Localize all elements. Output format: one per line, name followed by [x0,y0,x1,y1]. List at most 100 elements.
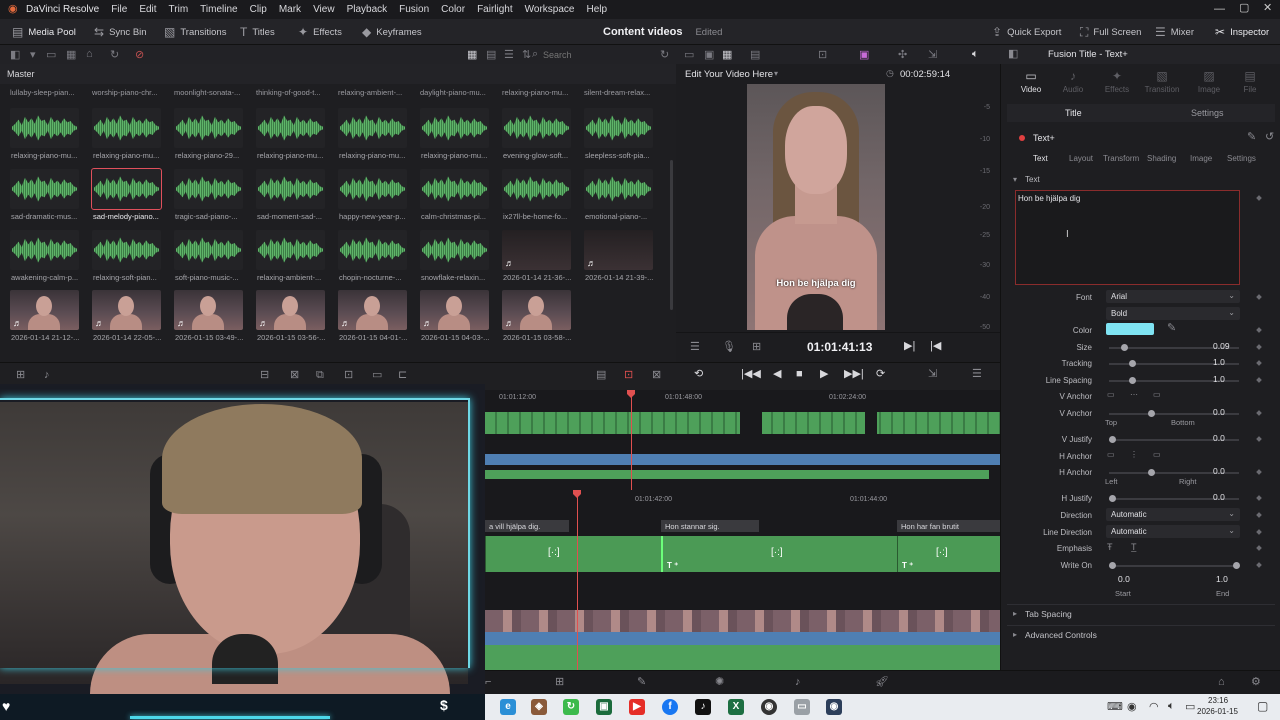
timeline[interactable]: 01:01:12:00 01:01:48:00 01:02:24:00 01:0… [485,390,1000,670]
emphasis-strikethrough-icon[interactable]: Ŧ [1107,543,1113,552]
video-thumbnail[interactable]: ♬ [584,230,653,270]
menu-color[interactable]: Color [435,4,471,15]
media-clip[interactable]: relaxing-piano-mu... [328,108,410,169]
menu-clip[interactable]: Clip [244,4,273,15]
direction-dropdown[interactable]: Automatic ⌄ [1106,508,1240,521]
audio-waveform-thumbnail[interactable] [420,169,489,209]
full-screen-button[interactable]: ⛶ Full Screen [1080,19,1141,45]
media-clip[interactable]: snowflake-relaxin... [410,230,492,291]
audio-waveform-thumbnail[interactable] [92,230,161,270]
go-to-end-icon[interactable]: ▶▶| [844,369,864,380]
eyedropper-icon[interactable]: ✎ [1167,323,1176,334]
new-timeline-icon[interactable]: ▦ [66,48,76,61]
effects-button[interactable]: ✦ Effects [298,19,342,45]
minimize-icon[interactable]: — [1214,4,1225,15]
app-dark-icon[interactable]: ▣ [596,699,612,715]
menu-workspace[interactable]: Workspace [519,4,581,15]
inspector-panel-icon[interactable]: ◧ [1008,49,1018,60]
text-input-box[interactable]: Hon be hjälpa dig I [1015,190,1240,285]
media-clip[interactable]: ♬ 2026-01-15 04-01-... [328,290,410,351]
quick-export-button[interactable]: ⇪ Quick Export [992,19,1061,45]
video-thumbnail[interactable]: ♬ [502,230,571,270]
audio-waveform-thumbnail[interactable] [92,108,161,148]
text-tab-transform[interactable]: Transform [1103,154,1139,163]
audio-waveform-thumbnail[interactable] [338,108,407,148]
keyframe-diamond[interactable] [1256,344,1262,350]
text-clip[interactable]: [·:] T ⁺ [897,536,1000,572]
v-justify-value[interactable]: 0.0 [1213,433,1225,443]
razor-icon[interactable]: ▤ [596,370,606,381]
tab-transition[interactable]: ▧ Transition [1142,70,1182,94]
tab-audio[interactable]: ♪ Audio [1053,70,1093,94]
fusion-edit-icon[interactable]: ✎ [1247,132,1256,143]
sync-bin-button[interactable]: ⇆ Sync Bin [94,19,147,45]
titles-button[interactable]: T Titles [240,19,275,45]
menu-view[interactable]: View [307,4,341,15]
text-tab-layout[interactable]: Layout [1069,154,1093,163]
emphasis-underline-icon[interactable]: T̲ [1131,543,1137,552]
audio-clip-icon[interactable]: 🎙︎ [722,342,736,353]
new-bin-icon[interactable]: ▭ [46,48,56,61]
audio-waveform-thumbnail[interactable] [584,108,653,148]
text-tab-text[interactable]: Text [1033,154,1048,163]
slider-knob[interactable] [1129,377,1136,384]
v-anchor-center-icon[interactable]: ⋯ [1130,391,1138,399]
keyframe-diamond[interactable] [1256,436,1262,442]
audio-wave-toggle-icon[interactable]: ♪ [44,370,50,381]
audio-icon[interactable]: ⇲ [928,369,937,380]
viewer-zoom-icon[interactable]: ⊡ [818,48,827,61]
davinci-taskbar-icon[interactable]: ◉ [826,699,842,715]
menu-playback[interactable]: Playback [341,4,394,15]
video-preview[interactable]: Hon be hjälpa dig [747,84,885,330]
viewer-layout-icon[interactable]: ▭ [684,48,694,61]
audio-waveform-thumbnail[interactable] [256,108,325,148]
reset-icon[interactable]: ↺ [1265,132,1274,143]
tab-file[interactable]: ▤ File [1230,70,1270,94]
font-dropdown[interactable]: Arial ⌄ [1106,290,1240,303]
audio-waveform-thumbnail[interactable] [10,108,79,148]
media-clip[interactable]: relaxing-piano-mu... [246,108,328,169]
viewer-dual-icon[interactable]: ▦ [722,48,732,61]
viewer-overlay-icon[interactable]: ▣ [859,48,869,61]
text-tab-image[interactable]: Image [1190,154,1212,163]
cut-page-icon[interactable]: ⊞ [555,677,564,688]
line-spacing-value[interactable]: 1.0 [1213,374,1225,384]
battery-icon[interactable]: ▭ [1185,700,1195,713]
audio-track-2[interactable] [485,645,1000,670]
stop-icon[interactable]: ■ [796,369,803,380]
video-thumbnail[interactable]: ♬ [420,290,489,330]
smart-bin-icon[interactable]: ⌂ [86,48,93,60]
slider-knob[interactable] [1129,360,1136,367]
slider-knob[interactable] [1148,410,1155,417]
audio-waveform-thumbnail[interactable] [174,169,243,209]
play-reverse-icon[interactable]: ◀ [773,369,781,380]
menu-trim[interactable]: Trim [163,4,195,15]
viewer-transform-icon[interactable]: ✣ [898,48,907,61]
slider-knob[interactable] [1121,344,1128,351]
audio-waveform-thumbnail[interactable] [420,108,489,148]
media-pool-button[interactable]: ▤ Media Pool [12,19,76,45]
audio-waveform-thumbnail[interactable] [10,169,79,209]
media-clip[interactable]: sad-moment-sad-... [246,169,328,230]
menu-file[interactable]: File [105,4,133,15]
media-clip[interactable]: soft-piano-music-... [164,230,246,291]
home-icon[interactable]: ⌂ [1218,677,1225,688]
insert-icon[interactable]: ⊏ [398,370,407,381]
marker-icon[interactable]: ⊟ [260,370,269,381]
media-clip[interactable]: emotional-piano-... [574,169,656,230]
clock-time[interactable]: 23:16 [1208,696,1228,705]
edit-page-icon[interactable]: ✎ [637,677,646,688]
notification-icon[interactable]: ▢ [1257,699,1268,713]
text-input-value[interactable]: Hon be hjälpa dig [1018,194,1080,203]
audio-waveform-thumbnail[interactable] [174,230,243,270]
timeline-menu-icon[interactable]: ☰ [972,369,982,380]
keyframe-diamond[interactable] [1256,377,1262,383]
current-timecode[interactable]: 01:01:41:13 [807,340,872,354]
subtab-settings[interactable]: Settings [1191,108,1224,118]
subtab-title[interactable]: Title [1065,108,1082,118]
h-anchor-left-icon[interactable]: ▭ [1107,451,1115,459]
media-clip[interactable]: ♬ 2026-01-15 03-49-... [164,290,246,351]
media-clip[interactable]: relaxing-piano-mu... [82,108,164,169]
volume-icon[interactable]: 🔈︎ [1168,700,1175,713]
v-anchor-bottom-icon[interactable]: ▭ [1153,391,1161,399]
